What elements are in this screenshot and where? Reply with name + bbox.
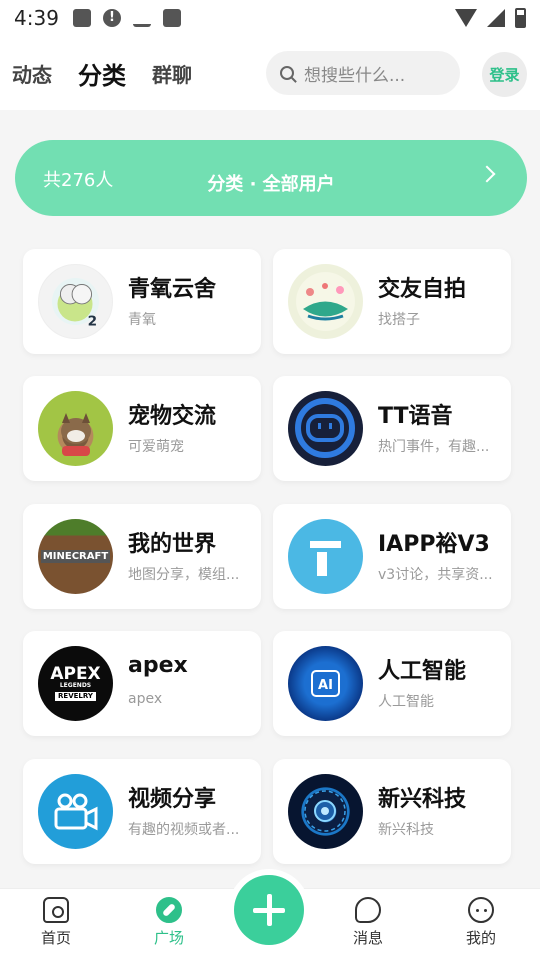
message-icon: [355, 897, 381, 923]
category-desc: 新兴科技: [378, 822, 434, 838]
nav-label: 广场: [153, 929, 184, 947]
category-name: apex: [128, 653, 188, 678]
signal-icon: [487, 9, 505, 27]
tab-group-chat[interactable]: 群聊: [152, 59, 192, 88]
iapp-icon: [288, 519, 363, 594]
video-camera-icon: [38, 774, 113, 849]
svg-text:2: 2: [88, 313, 97, 329]
category-desc: 有趣的视频或者...: [128, 822, 240, 838]
category-desc: 可爱萌宠: [128, 439, 184, 455]
category-desc: v3讨论，共享资...: [378, 567, 493, 583]
nav-label: 首页: [40, 929, 71, 947]
category-card[interactable]: 宠物交流 可爱萌宠: [23, 376, 261, 481]
create-post-button[interactable]: [234, 875, 304, 945]
image-notification-icon: [72, 9, 91, 27]
category-card[interactable]: 新兴科技 新兴科技: [273, 759, 511, 864]
login-button[interactable]: 登录: [482, 52, 527, 97]
banner-title: 分类 · 全部用户: [207, 174, 335, 195]
category-card[interactable]: TT语音 热门事件，有趣...: [273, 376, 511, 481]
category-desc: 热门事件，有趣...: [378, 439, 490, 455]
status-time: 4:39: [14, 6, 59, 30]
search-placeholder: 想搜些什么...: [304, 65, 406, 86]
apex-legends-icon: APEX LEGENDS REVELRY: [38, 646, 113, 721]
nav-square[interactable]: 广场: [129, 897, 209, 948]
category-desc: 找搭子: [378, 312, 420, 328]
search-icon: [280, 66, 294, 80]
profile-icon: [468, 897, 494, 923]
nav-messages[interactable]: 消息: [328, 897, 408, 948]
download-notification-icon: [132, 9, 151, 27]
top-nav: 动态 分类 群聊 想搜些什么... 登录: [0, 36, 540, 110]
category-card[interactable]: 交友自拍 找搭子: [273, 249, 511, 354]
category-card[interactable]: 2 青氧云舍 青氧: [23, 249, 261, 354]
category-name: 视频分享: [128, 787, 217, 812]
category-name: 人工智能: [378, 659, 467, 684]
nav-label: 我的: [465, 929, 496, 947]
category-name: 交友自拍: [378, 277, 467, 302]
category-card[interactable]: 视频分享 有趣的视频或者...: [23, 759, 261, 864]
category-card[interactable]: IAPP裕V3 v3讨论，共享资...: [273, 504, 511, 609]
wifi-icon: [455, 9, 477, 27]
tt-voice-icon: [288, 391, 363, 466]
category-name: 我的世界: [128, 532, 217, 557]
category-name: IAPP裕V3: [378, 532, 490, 557]
nav-home[interactable]: 首页: [16, 897, 96, 948]
tech-circuit-icon: [288, 774, 363, 849]
cat-avatar-icon: [38, 391, 113, 466]
category-card[interactable]: APEX LEGENDS REVELRY apex apex: [23, 631, 261, 736]
alert-notification-icon: !: [102, 9, 121, 27]
all-users-banner[interactable]: 共276人 分类 · 全部用户: [15, 140, 527, 216]
category-name: 青氧云舍: [128, 277, 217, 302]
tab-category[interactable]: 分类: [76, 56, 128, 91]
compass-icon: [156, 897, 182, 923]
app-notification-icon: [162, 9, 181, 27]
category-desc: apex: [128, 691, 163, 707]
tab-dynamic[interactable]: 动态: [12, 59, 52, 88]
nav-label: 消息: [352, 929, 383, 947]
search-input[interactable]: 想搜些什么...: [266, 51, 460, 95]
category-card[interactable]: MINECRAFT 我的世界 地图分享，模组...: [23, 504, 261, 609]
category-name: 新兴科技: [378, 787, 467, 812]
status-bar: 4:39 !: [0, 0, 540, 36]
category-card[interactable]: AI 人工智能 人工智能: [273, 631, 511, 736]
category-desc: 青氧: [128, 312, 156, 328]
category-name: 宠物交流: [128, 404, 217, 429]
spring-day-avatar-icon: [288, 264, 363, 339]
minecraft-icon: MINECRAFT: [38, 519, 113, 594]
nav-profile[interactable]: 我的: [441, 897, 521, 948]
battery-icon: [515, 8, 526, 28]
home-icon: [43, 897, 69, 923]
qingyang-avatar-icon: 2: [38, 264, 113, 339]
category-desc: 地图分享，模组...: [128, 567, 240, 583]
ai-chip-icon: AI: [288, 646, 363, 721]
category-desc: 人工智能: [378, 694, 434, 710]
category-name: TT语音: [378, 404, 453, 429]
